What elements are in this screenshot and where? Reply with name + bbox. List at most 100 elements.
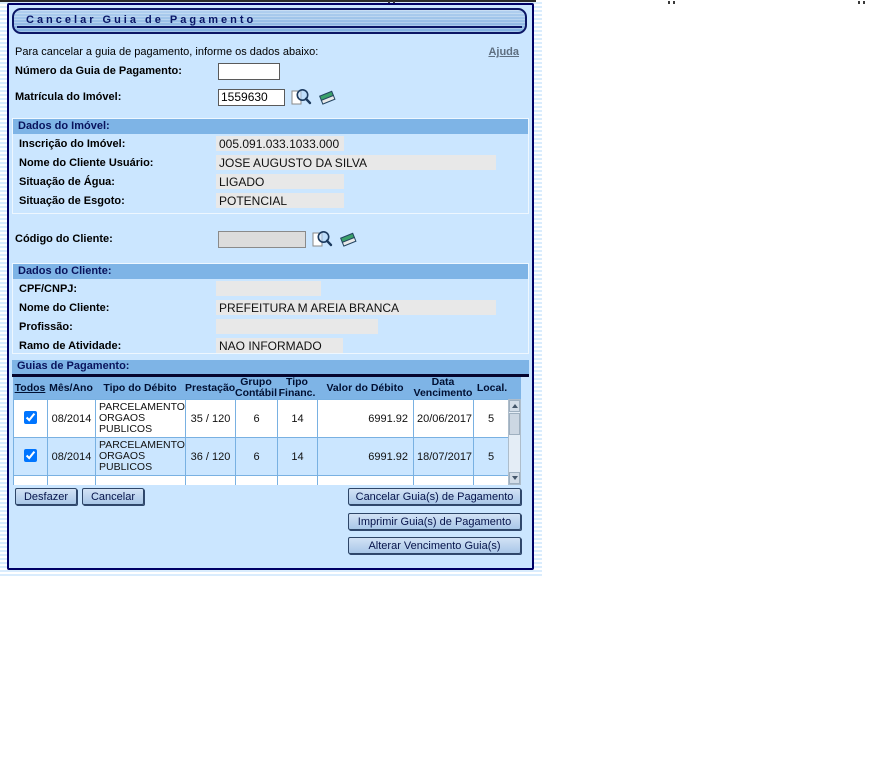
ramo-atividade-label: Ramo de Atividade: <box>19 339 122 352</box>
column-local: Local. <box>473 377 521 399</box>
dados-imovel-section: Dados do Imóvel: Inscrição do Imóvel: 00… <box>12 118 529 214</box>
cpf-value <box>216 281 321 296</box>
cell-mes-ano: 08/2014 <box>47 399 96 438</box>
cell-local: 5 <box>473 437 508 476</box>
cell-tipo-debito: PARCELAMENTO ORGAOS PUBLICOS <box>95 437 186 476</box>
cell-valor-debito <box>317 475 414 485</box>
column-mes-ano: Mês/Ano <box>47 377 95 399</box>
nome-usuario-row: Nome do Cliente Usuário: JOSE AUGUSTO DA… <box>13 153 528 172</box>
matricula-input[interactable] <box>218 88 285 106</box>
nome-cliente-row: Nome do Cliente: PREFEITURA M AREIA BRAN… <box>13 298 528 317</box>
scrollbar-thumb[interactable] <box>509 413 520 435</box>
search-icon[interactable] <box>291 88 312 106</box>
profissao-value <box>216 319 378 334</box>
cell-local: 5 <box>473 399 508 438</box>
table-scrollbar[interactable] <box>508 399 521 485</box>
guias-table-header: Todos Mês/Ano Tipo do Débito Prestação G… <box>13 377 521 399</box>
column-prestacao: Prestação <box>185 377 235 399</box>
situacao-agua-label: Situação de Água: <box>19 175 115 188</box>
nome-cliente-label: Nome do Cliente: <box>19 301 110 314</box>
guias-table: Todos Mês/Ano Tipo do Débito Prestação G… <box>13 377 521 485</box>
search-icon[interactable] <box>312 230 333 248</box>
situacao-esgoto-value: POTENCIAL <box>216 193 344 208</box>
cell-data-vencimento <box>413 475 474 485</box>
alterar-vencimento-button[interactable]: Alterar Vencimento Guia(s) <box>348 537 521 554</box>
column-valor-debito: Valor do Débito <box>317 377 413 399</box>
clipped-glyph <box>858 1 865 4</box>
cell-prestacao <box>185 475 236 485</box>
cell-valor-debito: 6991.92 <box>317 437 414 476</box>
instruction-row: Para cancelar a guia de pagamento, infor… <box>15 46 527 58</box>
clipped-glyph <box>668 1 675 4</box>
codigo-cliente-label: Código do Cliente: <box>15 233 113 245</box>
cell-data-vencimento: 20/06/2017 <box>413 399 474 438</box>
situacao-esgoto-row: Situação de Esgoto: POTENCIAL <box>13 191 528 210</box>
column-todos[interactable]: Todos <box>13 377 47 399</box>
scroll-down-icon[interactable] <box>509 472 520 484</box>
situacao-agua-value: LIGADO <box>216 174 344 189</box>
cell-mes-ano <box>47 475 96 485</box>
cell-prestacao: 35 / 120 <box>185 399 236 438</box>
cell-tipo-debito: PARCELAMENTO <box>95 475 186 485</box>
select-all-link: Todos <box>14 381 46 394</box>
cell-grupo-contabil: 6 <box>235 399 278 438</box>
inscricao-label: Inscrição do Imóvel: <box>19 137 126 150</box>
cell-tipo-financ <box>277 475 318 485</box>
situacao-agua-row: Situação de Água: LIGADO <box>13 172 528 191</box>
cpf-row: CPF/CNPJ: <box>13 279 528 298</box>
situacao-esgoto-label: Situação de Esgoto: <box>19 194 125 207</box>
nome-cliente-value: PREFEITURA M AREIA BRANCA <box>216 300 496 315</box>
codigo-cliente-input <box>218 230 306 248</box>
table-row: 08/2014 PARCELAMENTO ORGAOS PUBLICOS 35 … <box>13 399 508 438</box>
cell-tipo-debito: PARCELAMENTO ORGAOS PUBLICOS <box>95 399 186 438</box>
cell-tipo-financ: 14 <box>277 437 318 476</box>
cell-grupo-contabil: 6 <box>235 437 278 476</box>
cancelar-button[interactable]: Cancelar <box>82 488 144 505</box>
imprimir-guias-button[interactable]: Imprimir Guia(s) de Pagamento <box>348 513 521 530</box>
numero-guia-input[interactable] <box>218 62 280 80</box>
instruction-text: Para cancelar a guia de pagamento, infor… <box>15 46 319 58</box>
page-title: Cancelar Guia de Pagamento <box>26 14 257 26</box>
desfazer-button[interactable]: Desfazer <box>15 488 77 505</box>
profissao-label: Profissão: <box>19 320 73 333</box>
scroll-up-icon[interactable] <box>509 400 520 412</box>
help-link[interactable]: Ajuda <box>488 46 519 58</box>
window-title-bar: Cancelar Guia de Pagamento <box>12 8 527 34</box>
cell-local <box>473 475 508 485</box>
cell-mes-ano: 08/2014 <box>47 437 96 476</box>
matricula-label: Matrícula do Imóvel: <box>15 91 122 103</box>
numero-guia-row: Número da Guia de Pagamento: <box>15 62 280 80</box>
profissao-row: Profissão: <box>13 317 528 336</box>
nome-usuario-label: Nome do Cliente Usuário: <box>19 156 154 169</box>
nome-usuario-value: JOSE AUGUSTO DA SILVA <box>216 155 496 170</box>
eraser-icon[interactable] <box>339 231 357 248</box>
ramo-atividade-row: Ramo de Atividade: NAO INFORMADO <box>13 336 528 355</box>
column-grupo-contabil: Grupo Contábil <box>235 376 277 399</box>
cancelar-guias-button[interactable]: Cancelar Guia(s) de Pagamento <box>348 488 521 505</box>
dados-imovel-header: Dados do Imóvel: <box>13 119 528 134</box>
dados-cliente-header: Dados do Cliente: <box>13 264 528 279</box>
cell-data-vencimento: 18/07/2017 <box>413 437 474 476</box>
title-underline <box>17 26 522 28</box>
inscricao-row: Inscrição do Imóvel: 005.091.033.1033.00… <box>13 134 528 153</box>
table-row: PARCELAMENTO <box>13 475 508 485</box>
cell-tipo-financ: 14 <box>277 399 318 438</box>
guias-table-body: 08/2014 PARCELAMENTO ORGAOS PUBLICOS 35 … <box>13 399 508 485</box>
scrollbar-track[interactable] <box>509 435 520 472</box>
dados-cliente-section: Dados do Cliente: CPF/CNPJ: Nome do Clie… <box>12 263 529 354</box>
clipped-top-content <box>0 0 536 2</box>
cell-grupo-contabil <box>235 475 278 485</box>
column-tipo-debito: Tipo do Débito <box>95 377 185 399</box>
guia-checkbox[interactable] <box>24 448 37 462</box>
eraser-icon[interactable] <box>318 89 336 106</box>
guia-checkbox[interactable] <box>24 410 37 424</box>
cell-valor-debito: 6991.92 <box>317 399 414 438</box>
inscricao-value: 005.091.033.1033.000 <box>216 136 344 151</box>
cancelar-guia-window: Cancelar Guia de Pagamento Para cancelar… <box>7 3 534 570</box>
column-data-vencimento: Data Vencimento <box>413 376 473 399</box>
cpf-label: CPF/CNPJ: <box>19 282 78 295</box>
table-row: 08/2014 PARCELAMENTO ORGAOS PUBLICOS 36 … <box>13 437 508 476</box>
codigo-cliente-row: Código do Cliente: <box>15 230 357 248</box>
column-tipo-financ: Tipo Financ. <box>277 376 317 399</box>
ramo-atividade-value: NAO INFORMADO <box>216 338 343 353</box>
